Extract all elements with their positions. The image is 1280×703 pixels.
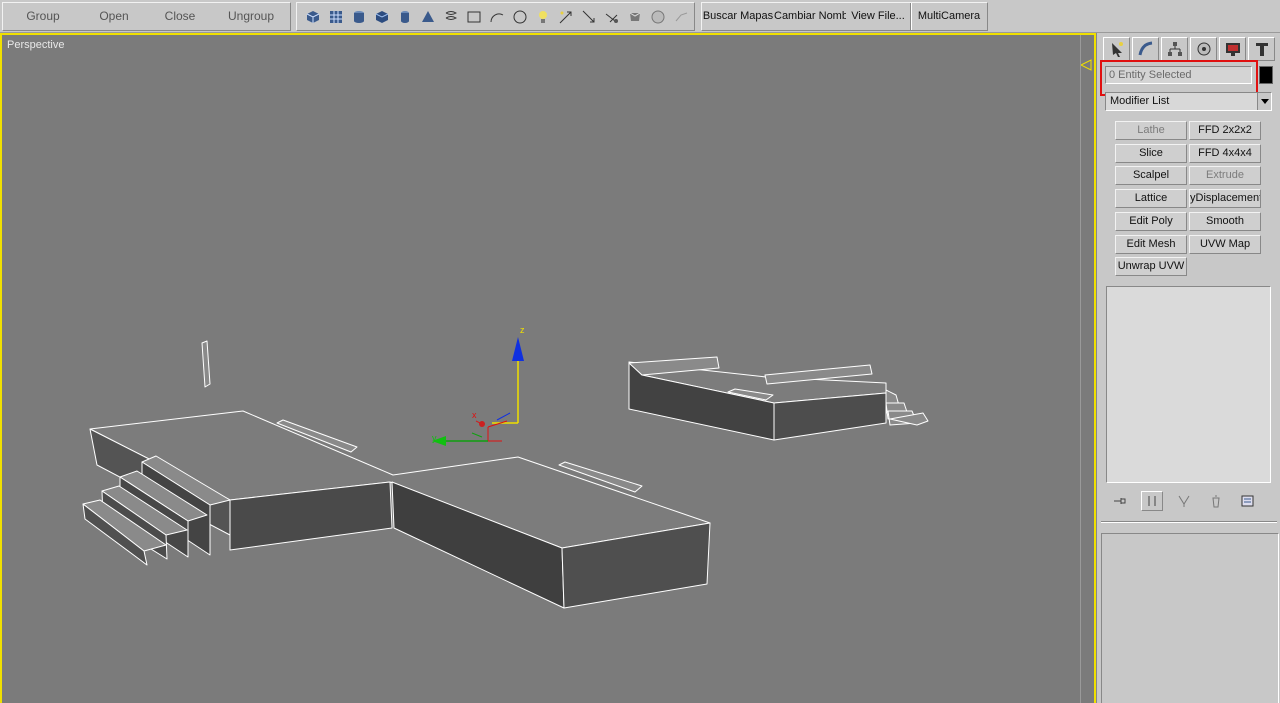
create-tab-icon[interactable]	[1103, 37, 1130, 61]
command-panel-tabs	[1103, 37, 1275, 61]
viewport-scene: z x y	[82, 59, 1092, 609]
cone-icon[interactable]	[418, 7, 438, 27]
show-end-result-icon[interactable]	[1141, 491, 1163, 511]
close-group-button[interactable]: Close	[145, 3, 215, 30]
undo-arrow-icon[interactable]	[671, 7, 691, 27]
gizmo-y-label: y	[432, 433, 437, 443]
modifier-stack-tools	[1109, 490, 1269, 512]
grid-icon[interactable]	[326, 7, 346, 27]
ffd-2x2x2-button[interactable]: FFD 2x2x2	[1189, 121, 1261, 140]
perspective-viewport[interactable]: z x y Perspective	[0, 33, 1096, 703]
utility-toolbar: Buscar Mapas Cambiar Nombr View File... …	[701, 2, 988, 31]
transform-gizmo[interactable]: z x y	[432, 325, 525, 446]
gizmo-z-label: z	[520, 325, 525, 335]
lathe-button[interactable]: Lathe	[1115, 121, 1187, 140]
utilities-tab-icon[interactable]	[1248, 37, 1275, 61]
slice-button[interactable]: Slice	[1115, 144, 1187, 163]
uvw-map-button[interactable]: UVW Map	[1189, 235, 1261, 254]
parameters-rollout	[1101, 533, 1279, 703]
buscar-mapas-button[interactable]: Buscar Mapas	[702, 3, 774, 30]
cylinder-icon[interactable]	[349, 7, 369, 27]
configure-sets-icon[interactable]	[1237, 491, 1259, 511]
circle-icon[interactable]	[510, 7, 530, 27]
extrude-button[interactable]: Extrude	[1189, 166, 1261, 185]
main-toolbar: Group Open Close Ungroup Buscar Mapas Ca…	[0, 0, 1280, 33]
chevron-down-icon[interactable]	[1257, 93, 1271, 110]
arc-icon[interactable]	[487, 7, 507, 27]
smooth-button[interactable]: Smooth	[1189, 212, 1261, 231]
pin-stack-icon[interactable]	[1109, 491, 1131, 511]
panel-divider	[1101, 521, 1277, 523]
ungroup-button[interactable]: Ungroup	[215, 3, 287, 30]
modifier-stack-list[interactable]	[1106, 286, 1271, 483]
command-panel: 0 Entity Selected Modifier List Lathe FF…	[1096, 33, 1280, 703]
cambiar-nombre-button[interactable]: Cambiar Nombr	[774, 3, 846, 30]
group-button[interactable]: Group	[3, 3, 83, 30]
modify-tab-icon[interactable]	[1132, 37, 1159, 61]
sphere-icon[interactable]	[648, 7, 668, 27]
spotlight-icon[interactable]	[602, 7, 622, 27]
cube-icon[interactable]	[372, 7, 392, 27]
max-window: Group Open Close Ungroup Buscar Mapas Ca…	[0, 0, 1280, 703]
ffd-4x4x4-button[interactable]: FFD 4x4x4	[1189, 144, 1261, 163]
displacement-button[interactable]: yDisplacement	[1189, 189, 1261, 208]
hierarchy-tab-icon[interactable]	[1161, 37, 1188, 61]
camera-icon[interactable]	[556, 7, 576, 27]
modifier-list-label: Modifier List	[1110, 95, 1170, 107]
light-icon[interactable]	[533, 7, 553, 27]
remove-modifier-icon[interactable]	[1205, 491, 1227, 511]
display-tab-icon[interactable]	[1219, 37, 1246, 61]
target-camera-icon[interactable]	[579, 7, 599, 27]
make-unique-icon[interactable]	[1173, 491, 1195, 511]
teapot-icon[interactable]	[625, 7, 645, 27]
helix-icon[interactable]	[441, 7, 461, 27]
motion-tab-icon[interactable]	[1190, 37, 1217, 61]
lattice-button[interactable]: Lattice	[1115, 189, 1187, 208]
group-toolbar: Group Open Close Ungroup	[2, 2, 291, 31]
edit-mesh-button[interactable]: Edit Mesh	[1115, 235, 1187, 254]
box-icon[interactable]	[303, 7, 323, 27]
edit-poly-button[interactable]: Edit Poly	[1115, 212, 1187, 231]
view-file-button[interactable]: View File...	[846, 3, 910, 30]
viewport-edge	[1080, 35, 1094, 703]
scalpel-button[interactable]: Scalpel	[1115, 166, 1187, 185]
selection-name-field[interactable]: 0 Entity Selected	[1105, 66, 1252, 84]
open-group-button[interactable]: Open	[83, 3, 145, 30]
tube-icon[interactable]	[395, 7, 415, 27]
gizmo-x-label: x	[472, 410, 477, 420]
viewport-label[interactable]: Perspective	[7, 39, 64, 51]
create-objects-toolbar	[296, 2, 695, 31]
object-color-swatch[interactable]	[1259, 66, 1273, 84]
vertical-post	[201, 340, 211, 388]
rectangle-icon[interactable]	[464, 7, 484, 27]
unwrap-uvw-button[interactable]: Unwrap UVW	[1115, 257, 1187, 276]
modifier-list-dropdown[interactable]: Modifier List	[1105, 92, 1272, 111]
multicamera-button[interactable]: MultiCamera	[912, 3, 986, 30]
